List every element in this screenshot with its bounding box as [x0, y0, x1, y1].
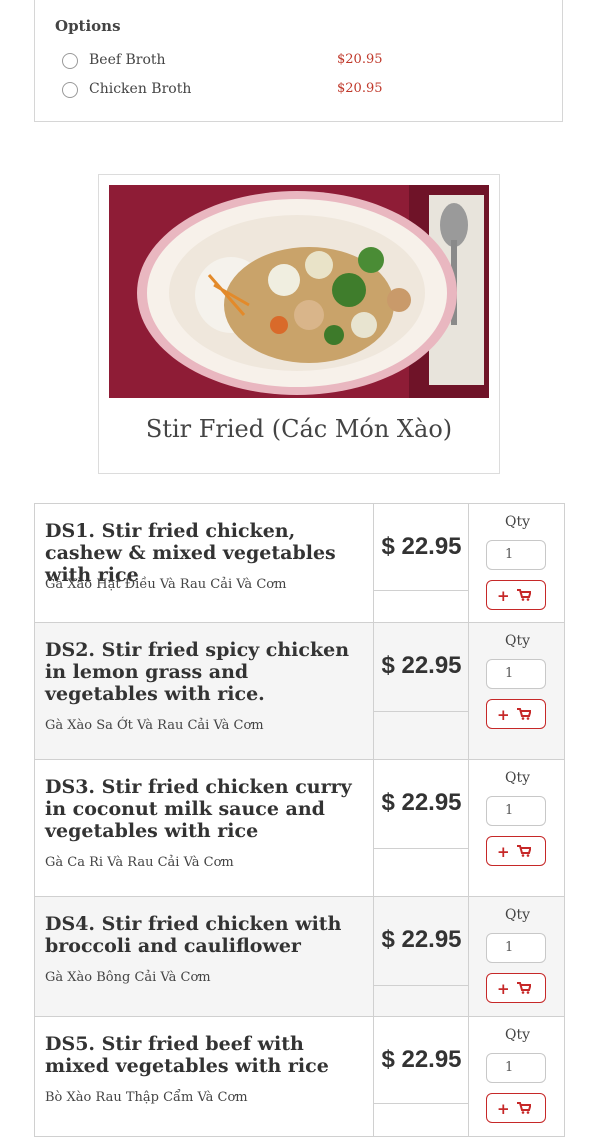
add-to-cart-button[interactable]: +	[486, 699, 546, 729]
item-price-cell: $ 22.95	[374, 623, 469, 759]
item-qty-cell: Qty 1 +	[469, 760, 566, 896]
add-to-cart-button[interactable]: +	[486, 580, 546, 610]
add-to-cart-button[interactable]: +	[486, 973, 546, 1003]
add-to-cart-button[interactable]: +	[486, 1093, 546, 1123]
item-name: DS4. Stir fried chicken with broccoli an…	[45, 913, 342, 957]
cart-icon	[517, 708, 531, 720]
plus-icon: +	[497, 1100, 510, 1118]
item-description-cell: DS1. Stir fried chicken, cashew & mixed …	[35, 504, 374, 622]
radio-button[interactable]	[62, 53, 78, 69]
item-qty-cell: Qty 1 +	[469, 623, 566, 759]
menu-table: DS1. Stir fried chicken, cashew & mixed …	[34, 503, 565, 1137]
option-beef-broth[interactable]: Beef Broth $20.95	[62, 52, 542, 72]
table-row: DS5. Stir fried beef with mixed vegetabl…	[34, 1016, 565, 1137]
item-price-cell: $ 22.95	[374, 760, 469, 896]
qty-label: Qty	[504, 907, 530, 923]
add-to-cart-button[interactable]: +	[486, 836, 546, 866]
item-qty-cell: Qty 1 +	[469, 897, 566, 1016]
price-divider	[374, 590, 469, 591]
category-title: Stir Fried (Các Món Xào)	[145, 415, 453, 443]
item-name: DS2. Stir fried spicy chicken in lemon g…	[45, 639, 350, 705]
item-name: DS3. Stir fried chicken curry in coconut…	[45, 776, 352, 842]
plus-icon: +	[497, 843, 510, 861]
table-row: DS4. Stir fried chicken with broccoli an…	[34, 896, 565, 1017]
table-row: DS3. Stir fried chicken curry in coconut…	[34, 759, 565, 897]
item-subtitle: Gà Ca Ri Và Rau Cải Và Cơm	[45, 855, 234, 870]
quantity-input[interactable]: 1	[486, 540, 546, 570]
price-divider	[374, 848, 469, 849]
cart-icon	[517, 589, 531, 601]
item-subtitle: Gà Xào Hạt Điều Và Rau Cải Và Cơm	[45, 577, 287, 592]
option-chicken-broth[interactable]: Chicken Broth $20.95	[62, 81, 542, 101]
plus-icon: +	[497, 706, 510, 724]
table-row: DS2. Stir fried spicy chicken in lemon g…	[34, 622, 565, 760]
cart-icon	[517, 1102, 531, 1114]
options-panel: Options Beef Broth $20.95 Chicken Broth …	[34, 0, 563, 122]
item-description-cell: DS2. Stir fried spicy chicken in lemon g…	[35, 623, 374, 759]
plus-icon: +	[497, 980, 510, 998]
item-name: DS5. Stir fried beef with mixed vegetabl…	[45, 1033, 329, 1077]
item-description-cell: DS5. Stir fried beef with mixed vegetabl…	[35, 1017, 374, 1136]
item-description-cell: DS4. Stir fried chicken with broccoli an…	[35, 897, 374, 1016]
options-title: Options	[55, 17, 121, 35]
item-qty-cell: Qty 1 +	[469, 1017, 566, 1136]
category-image[interactable]	[109, 185, 489, 398]
quantity-input[interactable]: 1	[486, 659, 546, 689]
option-label: Chicken Broth	[89, 81, 192, 97]
table-row: DS1. Stir fried chicken, cashew & mixed …	[34, 503, 565, 623]
option-price: $20.95	[337, 52, 383, 67]
plus-icon: +	[497, 587, 510, 605]
option-price: $20.95	[337, 81, 383, 96]
item-price: $ 22.95	[381, 789, 462, 816]
option-label: Beef Broth	[89, 52, 166, 68]
item-subtitle: Bò Xào Rau Thập Cẩm Và Cơm	[45, 1090, 248, 1105]
price-divider	[374, 1103, 469, 1104]
item-price: $ 22.95	[381, 1046, 462, 1073]
item-price: $ 22.95	[381, 926, 462, 953]
price-divider	[374, 711, 469, 712]
radio-button[interactable]	[62, 82, 78, 98]
price-divider	[374, 985, 469, 986]
item-price-cell: $ 22.95	[374, 504, 469, 622]
cart-icon	[517, 845, 531, 857]
item-price: $ 22.95	[381, 533, 462, 560]
stir-fry-plate-photo	[109, 185, 489, 398]
item-price-cell: $ 22.95	[374, 897, 469, 1016]
qty-label: Qty	[504, 770, 530, 786]
qty-label: Qty	[504, 514, 530, 530]
category-card[interactable]: Stir Fried (Các Món Xào)	[98, 174, 500, 474]
item-subtitle: Gà Xào Sa Ớt Và Rau Cải Và Cơm	[45, 718, 264, 733]
quantity-input[interactable]: 1	[486, 1053, 546, 1083]
item-description-cell: DS3. Stir fried chicken curry in coconut…	[35, 760, 374, 896]
item-price: $ 22.95	[381, 652, 462, 679]
qty-label: Qty	[504, 1027, 530, 1043]
item-subtitle: Gà Xào Bông Cải Và Cơm	[45, 970, 211, 985]
quantity-input[interactable]: 1	[486, 796, 546, 826]
qty-label: Qty	[504, 633, 530, 649]
quantity-input[interactable]: 1	[486, 933, 546, 963]
item-price-cell: $ 22.95	[374, 1017, 469, 1136]
item-qty-cell: Qty 1 +	[469, 504, 566, 622]
cart-icon	[517, 982, 531, 994]
